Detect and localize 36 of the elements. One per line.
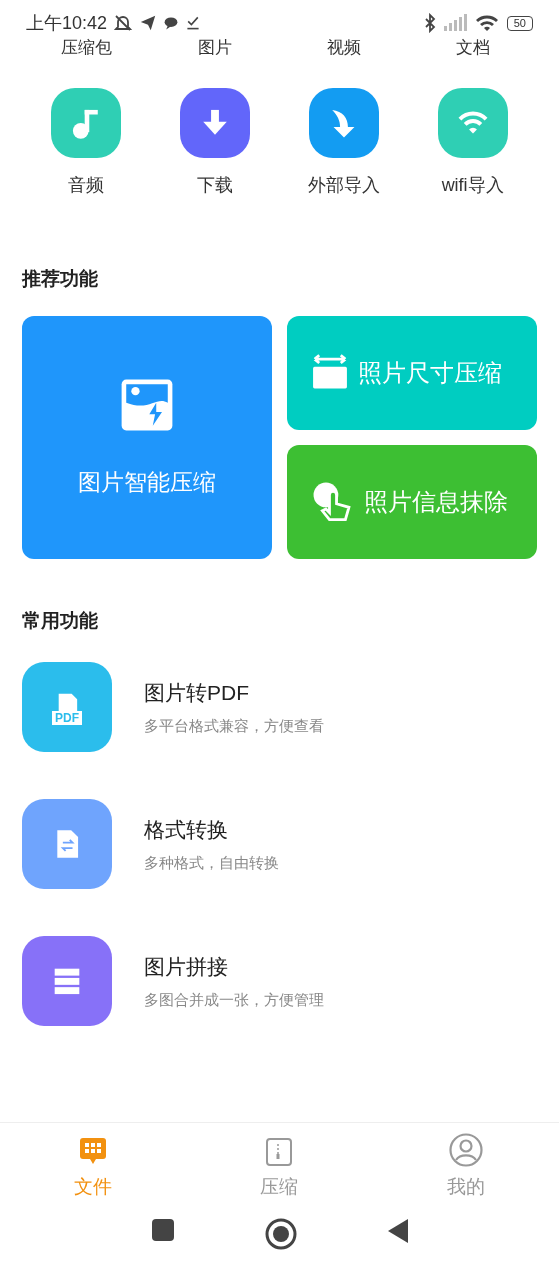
feature-title[interactable]: 格式转换	[144, 814, 279, 846]
back-nav-icon[interactable]	[386, 1218, 409, 1244]
chat-bubble-icon	[163, 15, 180, 31]
quick-action-button[interactable]: 下载	[150, 88, 280, 199]
bluetooth-icon	[422, 13, 437, 33]
clock-time: 上午10:42	[26, 11, 108, 35]
pdf-label: PDF	[52, 710, 82, 725]
paper-plane-icon	[139, 14, 158, 32]
wifi-signal-icon	[474, 13, 499, 33]
card-label: 图片智能压缩	[78, 467, 216, 497]
feature-description: 多种格式，自由转换	[144, 852, 279, 873]
category-label[interactable]: 图片	[198, 38, 233, 57]
feature-tile[interactable]	[22, 936, 112, 1026]
battery-icon: 50	[506, 15, 533, 31]
feature-description: 多平台格式兼容，方便查看	[144, 715, 324, 736]
feature-description: 多图合并成一张，方便管理	[144, 989, 324, 1010]
card-label: 照片尺寸压缩	[358, 357, 502, 388]
quick-action-button[interactable]: wifi导入	[408, 88, 537, 199]
signal-icon	[442, 14, 469, 32]
category-label[interactable]: 文档	[455, 38, 490, 57]
section-title: 常用功能	[22, 608, 99, 633]
card-label: 照片信息抹除	[364, 486, 508, 517]
square-nav-icon[interactable]	[150, 1218, 175, 1242]
user-icon	[448, 1133, 483, 1167]
quick-action-button[interactable]: 外部导入	[279, 88, 409, 199]
zip-file-icon	[265, 1137, 294, 1167]
muted-bell-icon	[113, 13, 134, 33]
feature-tile[interactable]	[22, 799, 112, 889]
download-done-icon	[185, 15, 202, 31]
category-label[interactable]: 压缩包	[60, 38, 112, 57]
quick-action-button[interactable]: 音频	[22, 88, 151, 199]
category-label[interactable]: 视频	[326, 38, 361, 57]
section-title: 推荐功能	[22, 267, 99, 291]
home-nav-icon[interactable]	[264, 1218, 297, 1250]
feature-title[interactable]: 图片转PDF	[144, 677, 324, 709]
feature-title[interactable]: 图片拼接	[144, 951, 324, 983]
